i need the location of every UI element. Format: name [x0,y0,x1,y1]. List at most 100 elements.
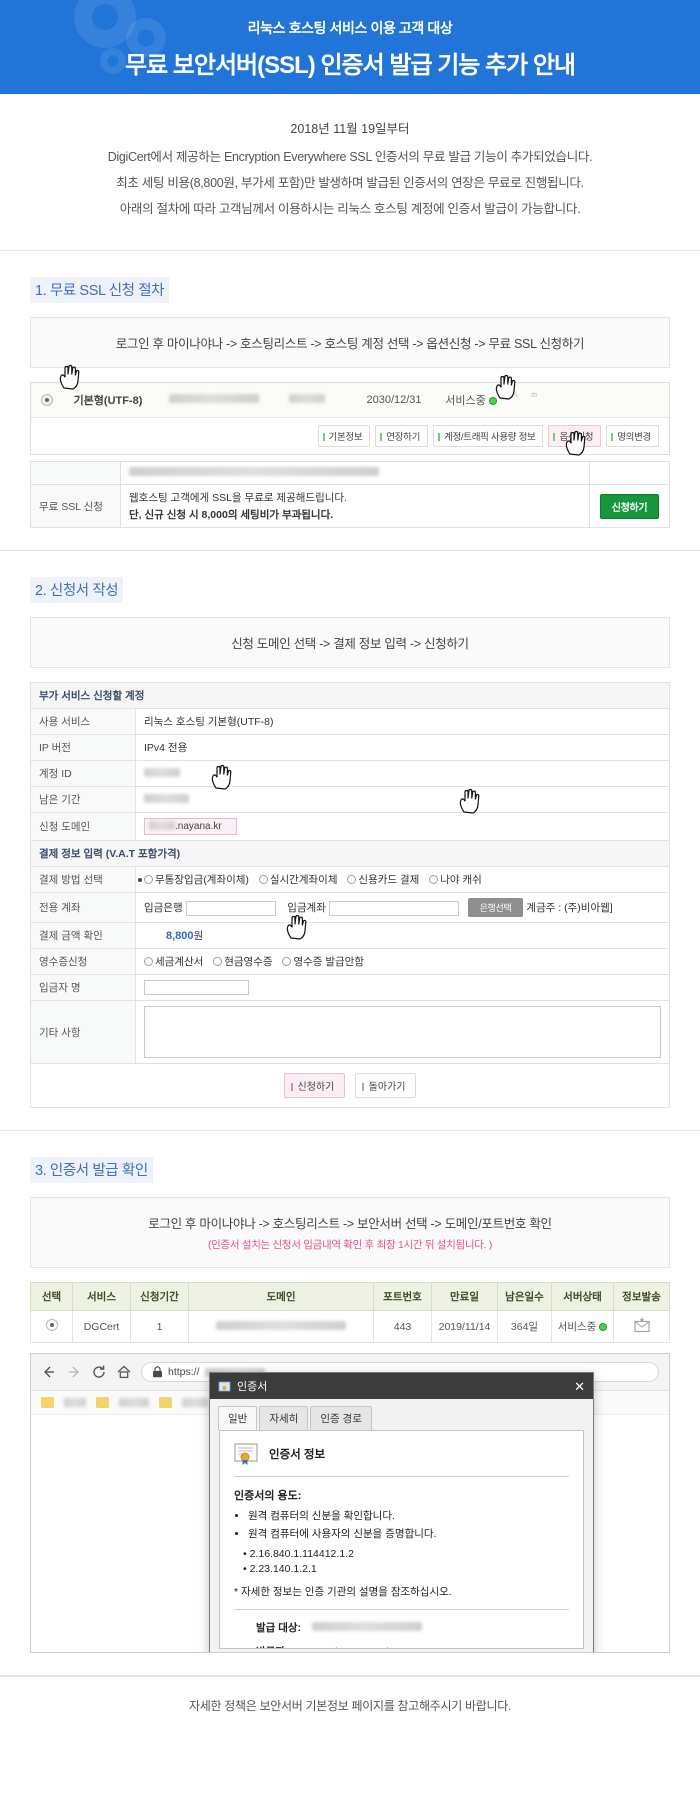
hosting-action-buttons: 기본정보 연장하기 계정/트래픽 사용량 정보 옵션신청 명의변경 [31,418,669,454]
cert-issuer: 발급자: Encryption Everywhere DV TLS CA - G… [256,1644,569,1648]
section2-title: 2. 신청서 작성 [30,577,124,603]
cert-oid-2: • 2.23.140.1.2.1 [243,1563,317,1575]
col-domain: 도메인 [188,1282,374,1311]
ssl-desc-line-2: 단, 신규 신청 시 8,000의 세팅비가 부과됩니다. [129,509,334,521]
folder-icon[interactable] [96,1397,109,1408]
issuer-value: Encryption Everywhere DV TLS CA - G2 [299,1646,487,1648]
account-input[interactable] [328,900,459,916]
certificate-seal-icon [234,1443,260,1465]
row-label-amount: 결제 금액 확인 [30,922,136,949]
radio-receipt-tax[interactable]: 세금계산서 [144,956,203,968]
ssl-desc-line-1: 웹호스팅 고객에게 SSL을 무료로 제공해드립니다. [129,492,347,504]
cert-list-table: 선택 서비스 신청기간 도메인 포트번호 만료일 남은일수 서버상태 정보발송 … [30,1282,670,1343]
apply-button[interactable]: 신청하기 [599,493,660,519]
folder-icon[interactable] [159,1397,172,1408]
form-back-button[interactable]: 돌아가기 [354,1073,417,1098]
form-submit-button[interactable]: 신청하기 [283,1073,346,1098]
cell-notify[interactable] [613,1310,670,1343]
mail-send-icon[interactable] [525,392,543,408]
forward-arrow-icon[interactable] [66,1364,82,1380]
row-value-bank: 입금은행 입금계좌 은행선택 계금주 : (주)비아웹] [135,892,670,923]
intro-line-2: 최초 세팅 비용(8,800원, 부가세 포함)만 발생하며 발급된 인증서의 … [116,176,584,190]
tab-details[interactable]: 자세히 [259,1406,309,1430]
row-label-etc: 기타 사항 [30,1000,136,1064]
domain-select[interactable]: .nayana.kr [144,818,237,835]
reload-icon[interactable] [91,1364,107,1380]
table-row: 계정 ID [30,760,670,787]
row-value-depositor [135,974,670,1001]
hosting-type: 기본형(UTF-8) [73,395,143,407]
page-footer: 자세한 정책은 보안서버 기본정보 페이지를 참고해주시기 바랍니다. [0,1676,700,1734]
home-icon[interactable] [116,1364,132,1380]
announcement-page: 리눅스 호스팅 서비스 이용 고객 대상 무료 보안서버(SSL) 인증서 발급… [0,0,700,1734]
bank-input[interactable] [185,900,276,916]
table-row: 전용 계좌 입금은행 입금계좌 은행선택 계금주 : (주)비아웹] [30,892,670,923]
radio-pay-card[interactable]: 신용카드 결제 [347,874,419,886]
table-header-row: 선택 서비스 신청기간 도메인 포트번호 만료일 남은일수 서버상태 정보발송 [30,1282,670,1311]
form-action-buttons: 신청하기 돌아가기 [30,1064,670,1108]
mail-send-icon[interactable] [633,1317,651,1333]
hero-subtitle: 리눅스 호스팅 서비스 이용 고객 대상 [247,20,453,36]
radio-receipt-cash[interactable]: 현금영수증 [213,956,273,968]
table-row[interactable]: DGCert 1 443 2019/11/14 364일 서비스중 [30,1310,670,1343]
blurred-action-cell [589,461,670,485]
back-arrow-icon[interactable] [41,1364,57,1380]
radio-receipt-none[interactable]: 영수증 발급안함 [282,956,364,968]
radio-pay-transfer[interactable]: 무통장입금(계좌이체) [144,874,249,886]
col-select: 선택 [30,1282,73,1311]
btn-option-apply[interactable]: 옵션신청 [548,425,602,447]
bank-select-button[interactable]: 은행선택 [467,898,524,917]
row-value-domain: .nayana.kr [135,812,670,841]
row-value-accountid [135,760,670,787]
radio-pay-cash[interactable]: 나야 캐쉬 [429,874,482,886]
cert-info-header: 인증서 정보 [234,1443,569,1465]
list-item: 원격 컴퓨터의 신분을 확인합니다. [248,1508,569,1523]
close-icon[interactable]: ✕ [574,1380,585,1393]
section-application-form: 2. 신청서 작성 신청 도메인 선택 -> 결제 정보 입력 -> 신청하기 … [0,551,700,1131]
etc-textarea[interactable] [144,1006,661,1058]
radio-pay-realtime[interactable]: 실시간계좌이체 [258,874,337,886]
row-value-paymethod: 무통장입금(계좌이체) 실시간계좌이체 신용카드 결제 나야 캐쉬 [135,866,670,893]
page-hero: 리눅스 호스팅 서비스 이용 고객 대상 무료 보안서버(SSL) 인증서 발급… [0,0,700,94]
btn-usage-info[interactable]: 계정/트래픽 사용량 정보 [433,425,544,447]
cell-select[interactable] [30,1310,73,1343]
row-label-service: 사용 서비스 [30,708,136,735]
btn-change-owner[interactable]: 명의변경 [606,425,659,447]
table-row: 남은 기간 [30,786,670,813]
search-icon[interactable] [507,392,525,408]
cert-usage-list: 원격 컴퓨터의 신분을 확인합니다. 원격 컴퓨터에 사용자의 신분을 증명합니… [248,1508,569,1541]
hosting-row-radio[interactable] [41,394,53,406]
cell-service: DGCert [72,1310,131,1343]
cell-domain [188,1310,374,1343]
ssl-row-desc: 웹호스팅 고객에게 SSL을 무료로 제공해드립니다. 단, 신규 신청 시 8… [120,484,590,528]
ssl-apply-cell: 신청하기 [589,484,670,528]
cell-status: 서비스중 [551,1310,614,1343]
row-label-domain: 신청 도메인 [30,812,136,841]
btn-basic-info[interactable]: 기본정보 [317,425,371,447]
table-row: 기타 사항 [30,1000,670,1064]
folder-icon[interactable] [41,1397,54,1408]
lock-icon [152,1366,163,1378]
row-label-receipt: 영수증신청 [30,948,136,975]
col-port: 포트번호 [373,1282,432,1311]
depositor-input[interactable] [144,980,249,995]
divider [234,1476,569,1477]
table-row [30,461,670,485]
cert-row-radio[interactable] [45,1319,58,1331]
col-remaining: 남은일수 [497,1282,552,1311]
hosting-expire: 2030/12/31 [366,394,422,406]
btn-extend[interactable]: 연장하기 [375,425,429,447]
section3-title: 3. 인증서 발급 확인 [30,1157,153,1183]
blurred-desc-cell [120,461,590,485]
amount-unit: 원 [193,930,204,942]
col-status: 서버상태 [551,1282,614,1311]
tab-general[interactable]: 일반 [218,1406,258,1430]
hosting-list-row[interactable]: 기본형(UTF-8) 2030/12/31 서비스중 [31,383,669,418]
tab-certpath[interactable]: 인증 경로 [310,1406,372,1430]
row-value-receipt: 세금계산서 현금영수증 영수증 발급안함 [135,948,670,975]
row-label-remaining: 남은 기간 [30,786,136,813]
section1-flow: 로그인 후 마이나야나 -> 호스팅리스트 -> 호스팅 계정 선택 -> 옵션… [30,317,670,368]
table-row: 무료 SSL 신청 웹호스팅 고객에게 SSL을 무료로 제공해드립니다. 단,… [30,484,670,528]
table-row: IP 버전 IPv4 전용 [30,734,670,761]
hosting-id-masked [283,394,353,406]
